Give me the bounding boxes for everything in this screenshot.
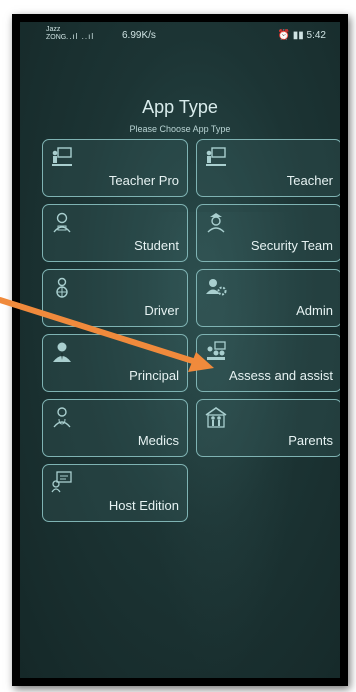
tile-assess-and-assist[interactable]: Assess and assist bbox=[196, 334, 340, 392]
tile-label: Teacher Pro bbox=[108, 173, 179, 188]
driver-icon bbox=[51, 276, 73, 298]
tile-label: Security Team bbox=[250, 238, 333, 253]
tile-admin[interactable]: Admin bbox=[196, 269, 340, 327]
tile-label: Assess and assist bbox=[228, 368, 333, 383]
status-bar: Jazz ZONG ..ıl ..ıl 6.99K/s ⏰ ▮▮ 5:42 bbox=[20, 22, 340, 52]
time-text: 5:42 bbox=[306, 30, 326, 41]
tile-teacher-pro[interactable]: Teacher Pro bbox=[42, 139, 188, 197]
tile-parents[interactable]: Parents bbox=[196, 399, 340, 457]
tile-security-team[interactable]: Security Team bbox=[196, 204, 340, 262]
carrier-bottom: ZONG bbox=[46, 34, 67, 41]
carrier-top: Jazz bbox=[46, 26, 61, 33]
tile-driver[interactable]: Driver bbox=[42, 269, 188, 327]
security-guard-icon bbox=[205, 211, 227, 233]
tile-student[interactable]: Student bbox=[42, 204, 188, 262]
teacher-board-icon bbox=[205, 146, 227, 168]
tile-medics[interactable]: Medics bbox=[42, 399, 188, 457]
admin-gears-icon bbox=[205, 276, 227, 298]
doctor-icon bbox=[51, 406, 73, 428]
tile-label: Parents bbox=[288, 433, 333, 448]
app-screen: Jazz ZONG ..ıl ..ıl 6.99K/s ⏰ ▮▮ 5:42 Ap… bbox=[20, 22, 340, 678]
teacher-board-icon bbox=[51, 146, 73, 168]
tile-label: Student bbox=[134, 238, 179, 253]
tile-label: Driver bbox=[144, 303, 179, 318]
tile-teacher[interactable]: Teacher bbox=[196, 139, 340, 197]
page-subtitle: Please Choose App Type bbox=[129, 124, 231, 134]
family-home-icon bbox=[205, 406, 227, 428]
alarm-icon: ⏰ bbox=[277, 30, 290, 41]
network-speed: 6.99K/s bbox=[122, 30, 156, 41]
screenshot-frame: Jazz ZONG ..ıl ..ıl 6.99K/s ⏰ ▮▮ 5:42 Ap… bbox=[12, 14, 348, 686]
tile-label: Principal bbox=[129, 368, 179, 383]
tile-principal[interactable]: Principal bbox=[42, 334, 188, 392]
page-title: App Type bbox=[142, 97, 218, 117]
tile-label: Medics bbox=[137, 433, 179, 448]
tile-label: Teacher bbox=[286, 173, 333, 188]
signal-icon: ..ıl ..ıl bbox=[66, 32, 95, 41]
tile-label: Host Edition bbox=[108, 498, 179, 513]
tile-label: Admin bbox=[296, 303, 333, 318]
battery-icon: ▮▮ bbox=[292, 30, 304, 41]
carrier-labels: Jazz ZONG bbox=[46, 26, 66, 42]
clock: ⏰ ▮▮ 5:42 bbox=[278, 30, 327, 41]
host-edition-icon bbox=[51, 471, 73, 493]
principal-icon bbox=[51, 341, 73, 363]
assess-group-icon bbox=[205, 341, 227, 363]
student-icon bbox=[51, 211, 73, 233]
tile-host-edition[interactable]: Host Edition bbox=[42, 464, 188, 522]
